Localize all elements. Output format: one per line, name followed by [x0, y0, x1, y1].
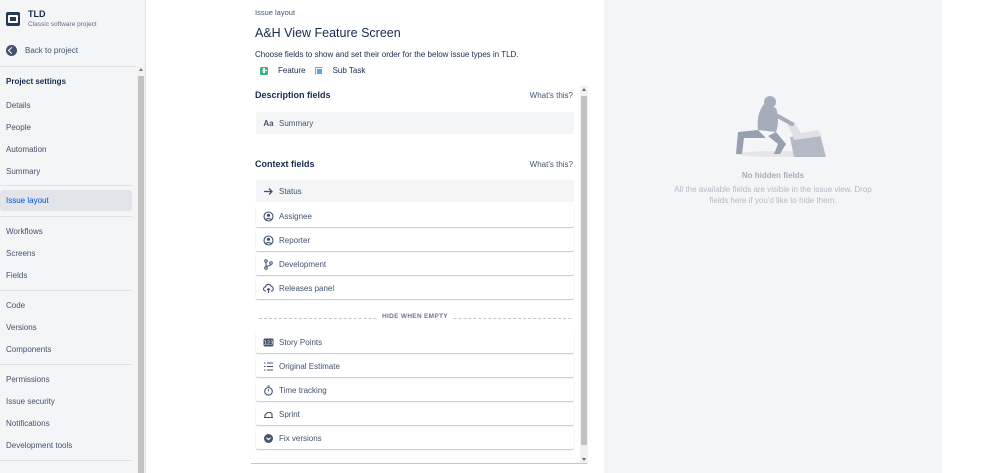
nav-divider	[0, 364, 132, 365]
sidebar-item-automation[interactable]: Automation	[0, 139, 132, 160]
field-label: Status	[279, 186, 302, 196]
sidebar-item-notifications[interactable]: Notifications	[0, 413, 132, 434]
issue-type-label: Sub Task	[332, 66, 366, 75]
sidebar-item-workflows[interactable]: Workflows	[0, 221, 132, 242]
empty-state-illustration	[736, 96, 826, 157]
sidebar-item-code[interactable]: Code	[0, 295, 132, 316]
main-scrollbar[interactable]	[580, 86, 588, 464]
project-settings-heading: Project settings	[6, 77, 67, 86]
field-label: Releases panel	[279, 283, 335, 293]
stopwatch-icon	[263, 384, 274, 396]
field-label: Summary	[279, 118, 314, 128]
project-type: Classic software project	[28, 21, 97, 28]
context-fields-heading: Context fields	[255, 159, 315, 169]
cloud-upload-icon	[263, 283, 274, 294]
user-icon	[263, 210, 274, 222]
field-label: Assignee	[279, 211, 312, 221]
main-scrollbar-thumb[interactable]	[581, 96, 587, 445]
issue-type-feature: Feature	[260, 66, 306, 75]
field-label: Time tracking	[279, 385, 327, 395]
page-title: A&H View Feature Screen	[255, 26, 401, 40]
sidebar-nav: Project settings Details People Automati…	[0, 66, 136, 473]
main-content: Issue layout A&H View Feature Screen Cho…	[146, 0, 604, 473]
sidebar-scrollbar-thumb[interactable]	[138, 76, 144, 473]
sprint-icon	[263, 409, 274, 420]
list-icon	[263, 361, 274, 372]
sidebar-item-development-tools[interactable]: Development tools	[0, 435, 132, 456]
back-to-project-label: Back to project	[25, 46, 78, 55]
branch-icon	[263, 258, 274, 270]
no-hidden-fields-text: All the available fields are visible in …	[674, 185, 872, 205]
issue-type-label: Feature	[278, 66, 306, 75]
sidebar: TLD Classic software project Back to pro…	[0, 0, 146, 473]
nav-divider	[0, 216, 132, 217]
field-assignee[interactable]: Assignee	[256, 205, 574, 227]
field-development[interactable]: Development	[256, 253, 574, 275]
project-avatar-icon	[6, 12, 20, 26]
field-time-tracking[interactable]: Time tracking	[256, 379, 574, 401]
sidebar-item-permissions[interactable]: Permissions	[0, 369, 132, 390]
field-label: Sprint	[279, 409, 300, 419]
field-summary[interactable]: Aa Summary	[256, 112, 574, 134]
arrow-left-circle-icon	[6, 45, 17, 56]
project-name: TLD	[28, 9, 46, 19]
sidebar-item-issue-security[interactable]: Issue security	[0, 391, 132, 412]
description-fields-heading: Description fields	[255, 90, 331, 100]
sidebar-item-issue-layout[interactable]: Issue layout	[0, 190, 132, 211]
field-label: Development	[279, 259, 327, 269]
sidebar-scrollbar[interactable]	[137, 66, 145, 473]
field-fix-versions[interactable]: Fix versions	[256, 427, 574, 449]
sidebar-item-fields[interactable]: Fields	[0, 265, 132, 286]
description-whats-this-link[interactable]: What's this?	[530, 91, 573, 100]
field-layout-panel: Description fields What's this? Aa Summa…	[255, 85, 589, 463]
svg-text:123: 123	[264, 340, 274, 346]
feature-icon	[260, 66, 268, 75]
scroll-up-arrow-icon[interactable]	[582, 88, 586, 91]
field-label: Story Points	[279, 337, 323, 347]
arrow-right-icon	[263, 186, 274, 197]
no-hidden-fields-title: No hidden fields	[741, 171, 805, 180]
panel-bottom-border	[251, 463, 587, 464]
nav-divider	[0, 460, 132, 461]
text-icon: Aa	[263, 118, 274, 128]
field-reporter[interactable]: Reporter	[256, 229, 574, 251]
field-status[interactable]: Status	[256, 180, 574, 202]
field-story-points[interactable]: 123 Story Points	[256, 331, 574, 353]
project-header[interactable]: TLD Classic software project	[6, 9, 97, 29]
field-original-estimate[interactable]: Original Estimate	[256, 355, 574, 377]
subtask-icon	[314, 66, 324, 75]
field-releases-panel[interactable]: Releases panel	[256, 277, 574, 299]
nav-divider	[0, 290, 132, 291]
sidebar-item-people[interactable]: People	[0, 117, 132, 138]
sidebar-item-summary[interactable]: Summary	[0, 161, 132, 182]
field-label: Fix versions	[279, 433, 322, 443]
number-icon: 123	[263, 337, 274, 348]
scroll-down-arrow-icon[interactable]	[582, 458, 586, 461]
nav-divider	[0, 185, 132, 186]
back-to-project-link[interactable]: Back to project	[6, 45, 78, 56]
scroll-up-arrow-icon[interactable]	[139, 68, 143, 71]
hide-when-empty-divider: HIDE WHEN EMPTY	[259, 313, 571, 323]
sidebar-item-versions[interactable]: Versions	[0, 317, 132, 338]
context-whats-this-link[interactable]: What's this?	[530, 160, 573, 169]
sidebar-item-components[interactable]: Components	[0, 339, 132, 360]
sidebar-item-screens[interactable]: Screens	[0, 243, 132, 264]
issue-type-subtask: Sub Task	[314, 66, 366, 75]
issue-types: Feature Sub Task	[260, 66, 374, 75]
field-label: Original Estimate	[279, 361, 340, 371]
field-sprint[interactable]: Sprint	[256, 403, 574, 425]
breadcrumb[interactable]: Issue layout	[255, 8, 295, 17]
user-icon	[263, 234, 274, 246]
hidden-fields-panel[interactable]: No hidden fields All the available field…	[604, 0, 942, 473]
page-description: Choose fields to show and set their orde…	[255, 50, 519, 59]
chevron-circle-icon	[263, 433, 274, 444]
hide-when-empty-label: HIDE WHEN EMPTY	[378, 313, 452, 320]
sidebar-item-details[interactable]: Details	[0, 95, 132, 116]
field-label: Reporter	[279, 235, 311, 245]
